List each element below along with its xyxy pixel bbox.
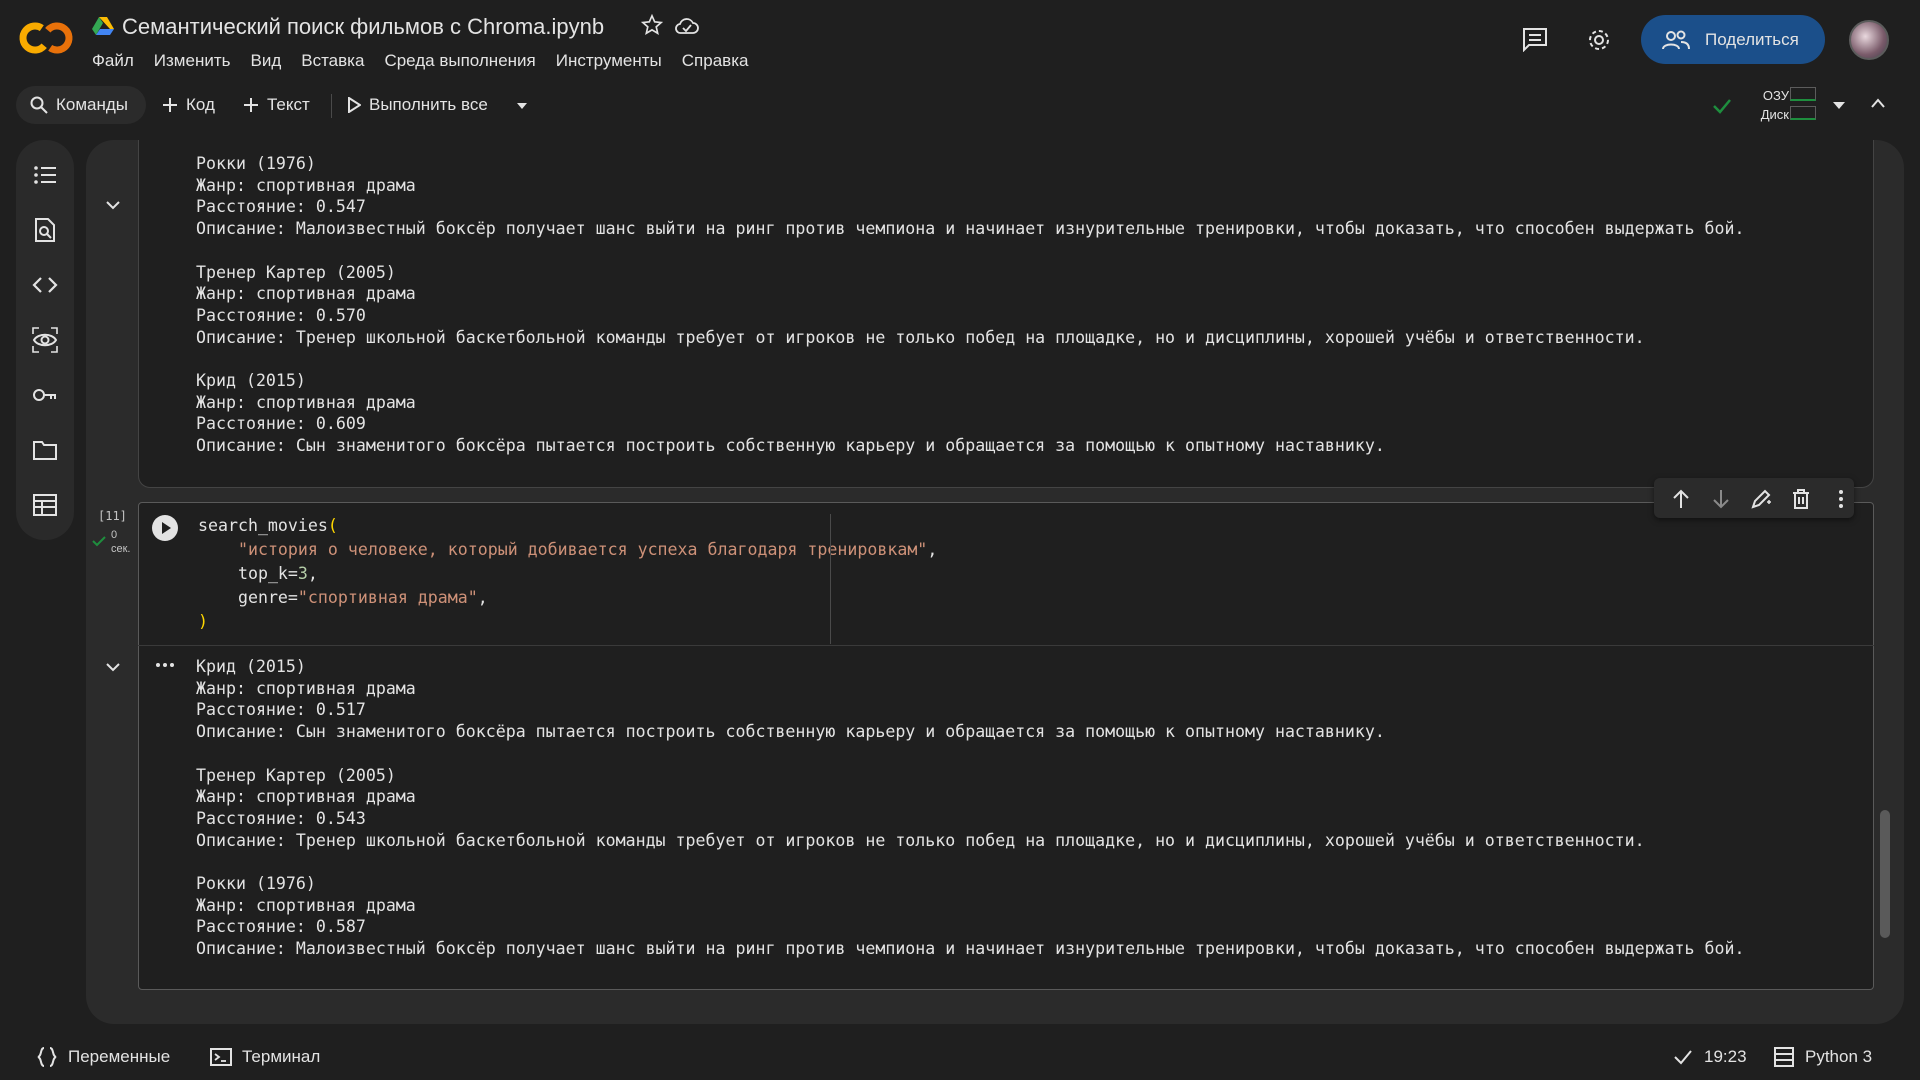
execution-time-unit: сек. bbox=[111, 543, 131, 555]
code-genre-value: "спортивная драма" bbox=[297, 588, 478, 607]
ram-label: ОЗУ bbox=[1762, 88, 1789, 103]
terminal-icon bbox=[210, 1048, 232, 1066]
key-icon[interactable] bbox=[32, 382, 58, 408]
google-drive-icon bbox=[92, 17, 114, 35]
last-run-time[interactable]: 19:23 bbox=[1672, 1046, 1747, 1068]
add-text-label: Текст bbox=[267, 95, 310, 114]
play-icon bbox=[162, 522, 171, 534]
more-vert-icon[interactable] bbox=[1830, 488, 1852, 510]
chevron-down-icon[interactable] bbox=[104, 199, 122, 211]
commands-button[interactable]: Команды bbox=[16, 86, 146, 124]
resource-labels[interactable]: ОЗУ Диск bbox=[1745, 86, 1789, 124]
output-text: Рокки (1976) Жанр: спортивная драма Расс… bbox=[196, 154, 1745, 456]
run-all-button[interactable]: Выполнить все bbox=[347, 86, 488, 124]
play-icon bbox=[348, 97, 361, 113]
menu-file[interactable]: Файл bbox=[92, 51, 134, 71]
ram-usage-bar bbox=[1790, 87, 1816, 101]
edit-icon[interactable] bbox=[1750, 488, 1772, 510]
comment-icon[interactable] bbox=[1521, 26, 1549, 52]
runtime-info[interactable]: Python 3 bbox=[1773, 1046, 1872, 1068]
runtime-label: Python 3 bbox=[1805, 1047, 1873, 1066]
arrow-up-icon[interactable] bbox=[1670, 488, 1692, 510]
code-open-paren: ( bbox=[327, 516, 338, 535]
share-label: Поделиться bbox=[1705, 29, 1799, 49]
execution-time: 0 сек. bbox=[111, 528, 131, 556]
menu-help[interactable]: Справка bbox=[682, 51, 749, 71]
more-horiz-icon[interactable] bbox=[154, 660, 176, 670]
plus-icon bbox=[163, 98, 177, 112]
cell-toolbar bbox=[1654, 478, 1854, 518]
success-check-icon bbox=[92, 536, 106, 547]
notebook-title[interactable]: Семантический поиск фильмов с Chroma.ipy… bbox=[122, 14, 604, 40]
braces-icon bbox=[37, 1047, 57, 1067]
code-close-paren: ) bbox=[198, 612, 208, 631]
chevron-down-icon[interactable] bbox=[516, 100, 528, 112]
share-button[interactable]: Поделиться bbox=[1641, 15, 1825, 64]
code-snippets-icon[interactable] bbox=[32, 272, 58, 298]
arrow-down-icon[interactable] bbox=[1710, 488, 1732, 510]
last-run-time-value: 19:23 bbox=[1704, 1047, 1747, 1066]
code-function: search_movies bbox=[198, 516, 328, 535]
chevron-down-icon[interactable] bbox=[104, 661, 122, 673]
add-code-label: Код bbox=[186, 95, 215, 114]
run-cell-button[interactable] bbox=[152, 515, 178, 541]
gear-icon[interactable] bbox=[1585, 26, 1613, 54]
folder-icon[interactable] bbox=[32, 437, 58, 463]
plus-icon bbox=[244, 98, 258, 112]
colab-logo[interactable] bbox=[18, 18, 74, 58]
find-in-page-icon[interactable] bbox=[32, 217, 58, 243]
avatar[interactable] bbox=[1849, 20, 1889, 60]
menu-bar: Файл Изменить Вид Вставка Среда выполнен… bbox=[92, 51, 748, 71]
execution-count: [11] bbox=[98, 509, 127, 523]
delete-icon[interactable] bbox=[1790, 488, 1812, 510]
toolbar-divider bbox=[331, 94, 332, 118]
output-scrollbar[interactable] bbox=[1880, 810, 1890, 938]
disk-label: Диск bbox=[1760, 107, 1789, 122]
code-genre-name: genre= bbox=[237, 588, 298, 607]
disk-usage-bar bbox=[1790, 106, 1816, 120]
terminal-label: Терминал bbox=[242, 1047, 321, 1066]
toolbar: Команды Код Текст Выполнить все bbox=[0, 80, 1920, 130]
status-bar: Переменные Терминал 19:23 Python 3 bbox=[0, 1036, 1920, 1080]
menu-insert[interactable]: Вставка bbox=[301, 51, 364, 71]
add-code-button[interactable]: Код bbox=[162, 86, 215, 124]
data-table-icon[interactable] bbox=[32, 492, 58, 518]
execution-time-value: 0 bbox=[111, 529, 118, 541]
chevron-up-icon[interactable] bbox=[1870, 96, 1886, 110]
terminal-button[interactable]: Терминал bbox=[210, 1046, 320, 1068]
code-text[interactable]: search_movies( "история о человеке, кото… bbox=[198, 514, 937, 634]
star-icon[interactable] bbox=[641, 14, 663, 36]
variable-inspector-icon[interactable] bbox=[32, 327, 58, 353]
connected-check-icon bbox=[1713, 99, 1731, 114]
menu-runtime[interactable]: Среда выполнения bbox=[384, 51, 535, 71]
cloud-saved-icon[interactable] bbox=[674, 14, 700, 38]
menu-view[interactable]: Вид bbox=[250, 51, 281, 71]
menu-edit[interactable]: Изменить bbox=[154, 51, 231, 71]
left-sidebar bbox=[16, 140, 74, 540]
table-of-contents-icon[interactable] bbox=[32, 162, 58, 188]
code-topk-name: top_k= bbox=[237, 564, 298, 583]
people-icon bbox=[1662, 30, 1690, 49]
header: Семантический поиск фильмов с Chroma.ipy… bbox=[0, 0, 1920, 80]
code-topk-value: 3 bbox=[297, 564, 308, 583]
variables-label: Переменные bbox=[68, 1047, 171, 1066]
editor-ruler bbox=[830, 514, 831, 644]
check-icon bbox=[1674, 1050, 1692, 1065]
code-query-string: "история о человеке, который добивается … bbox=[237, 540, 928, 559]
add-text-button[interactable]: Текст bbox=[243, 86, 310, 124]
output-text: Крид (2015) Жанр: спортивная драма Расст… bbox=[196, 657, 1745, 959]
server-icon bbox=[1774, 1047, 1794, 1067]
run-all-label: Выполнить все bbox=[369, 95, 488, 114]
commands-label: Команды bbox=[56, 95, 129, 114]
variables-button[interactable]: Переменные bbox=[36, 1046, 170, 1068]
menu-tools[interactable]: Инструменты bbox=[556, 51, 662, 71]
chevron-down-icon[interactable] bbox=[1832, 100, 1846, 110]
search-icon bbox=[30, 96, 48, 114]
